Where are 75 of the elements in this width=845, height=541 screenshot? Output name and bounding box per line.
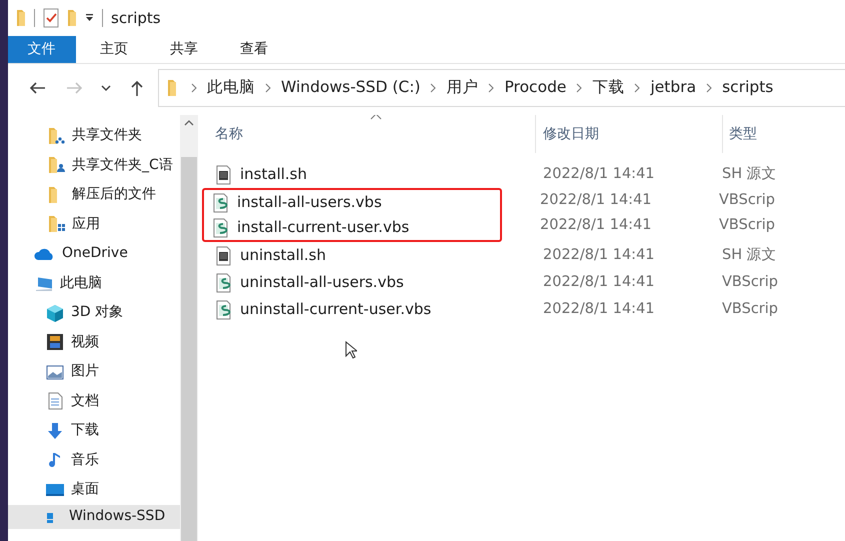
sort-caret-icon[interactable] [370,115,382,120]
chevron-right-icon [634,83,640,93]
modified-date: 2022/8/1 14:41 [542,164,656,184]
mouse-pointer-icon [345,341,357,359]
download-arrow-icon [45,420,65,441]
sidebar-item[interactable]: 应用 [8,210,180,239]
modified-date: 2022/8/1 14:41 [542,246,656,265]
chevron-right-icon [191,83,197,93]
sidebar-item[interactable]: 视频 [8,328,180,357]
sidebar-item[interactable]: OneDrive [8,239,180,268]
chevron-right-icon [265,83,271,93]
user-folder-icon [48,155,66,176]
breadcrumb-item[interactable]: Windows-SSD (C:) [281,76,420,100]
sidebar-item[interactable]: 下载 [8,416,180,446]
file-name: uninstall-all-users.vbs [240,272,404,294]
window-title: scripts [111,8,161,29]
vbs-script-icon [215,300,232,320]
cube-icon [45,302,65,323]
ribbon-tab[interactable]: 文件 [8,36,76,63]
file-name: install-all-users.vbs [237,192,382,214]
vbs-script-icon [212,218,229,238]
script-file-icon [215,246,232,266]
ribbon-tab[interactable]: 共享 [152,36,216,63]
checklist-icon[interactable] [43,8,59,28]
vbs-script-icon [215,272,232,292]
ribbon-tab[interactable]: 查看 [222,36,286,63]
vbs-script-icon [212,192,229,212]
file-type: VBScrip [722,300,778,319]
sidebar-item[interactable]: 桌面 [8,475,180,504]
sidebar-item[interactable]: 共享文件夹_C语 [8,150,180,180]
address-bar[interactable]: 此电脑 Windows-SSD (C:) 用户 Procode 下载 jetbra scripts [158,69,845,107]
file-type: VBScrip [719,190,775,210]
chevron-right-icon [706,83,712,93]
sidebar-item[interactable]: 文档 [8,386,180,416]
file-name: uninstall-current-user.vbs [240,299,432,320]
scrollbar[interactable] [180,115,198,541]
sidebar-item[interactable]: 音乐 [8,446,180,475]
breadcrumb-item[interactable]: 用户 [446,76,478,100]
breadcrumb-item[interactable]: Procode [504,76,566,100]
breadcrumb-item[interactable]: scripts [722,76,774,100]
modified-date: 2022/8/1 14:41 [539,190,653,210]
column-header[interactable]: 修改日期 [543,124,599,144]
script-file-icon [215,164,232,184]
column-header[interactable]: 类型 [729,124,757,144]
file-type: SH 源文 [722,164,777,184]
shared-folder-icon [48,126,66,146]
ribbon-tab[interactable]: 主页 [82,36,146,63]
column-header[interactable]: 名称 [215,124,535,144]
breadcrumb-item[interactable]: 此电脑 [207,76,255,100]
sidebar-item[interactable]: 3D 对象 [8,298,180,328]
file-name: uninstall.sh [240,245,326,266]
file-type: VBScrip [722,272,778,292]
sidebar-item[interactable]: 图片 [8,357,180,386]
modified-date: 2022/8/1 14:41 [539,216,653,235]
scrollbar-thumb[interactable] [181,157,197,541]
chevron-right-icon [430,83,436,93]
file-type: SH 源文 [722,246,777,265]
sidebar-item[interactable]: 此电脑 [8,268,180,298]
breadcrumb-item[interactable]: jetbra [650,76,696,100]
sidebar-item[interactable]: Windows-SSD [8,504,180,528]
breadcrumb-item[interactable]: 下载 [592,76,624,100]
chevron-right-icon [488,83,494,93]
folder-icon [48,184,58,205]
dropdown-icon[interactable] [85,13,94,23]
modified-date: 2022/8/1 14:41 [542,272,656,292]
modified-date: 2022/8/1 14:41 [542,300,656,319]
file-name: install-current-user.vbs [237,217,410,238]
apps-folder-icon [48,214,66,234]
chevron-right-icon [576,83,582,93]
folder-icon [16,8,26,28]
sidebar-item[interactable]: 共享文件夹 [8,121,180,150]
sidebar-item[interactable]: 解压后的文件 [8,180,180,210]
file-name: install.sh [240,164,307,186]
film-icon [45,332,65,352]
file-type: VBScrip [719,216,775,235]
